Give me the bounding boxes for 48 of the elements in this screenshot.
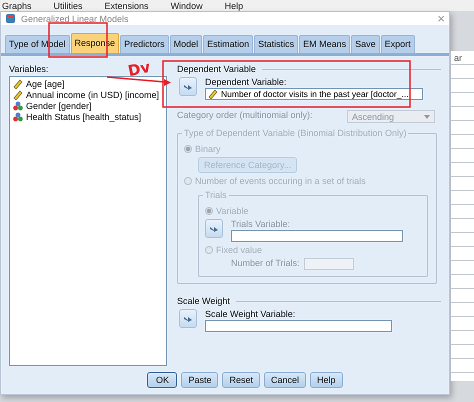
dialog-button[interactable]: Help bbox=[310, 372, 343, 388]
category-order-label: Category order (multinomial only): bbox=[177, 110, 313, 120]
handwritten-note: Dv bbox=[126, 58, 152, 80]
group-title: Scale Weight bbox=[177, 296, 230, 306]
ruler-icon bbox=[208, 89, 218, 99]
annotation-arrow bbox=[106, 76, 171, 86]
arrow-icon bbox=[183, 82, 193, 90]
app-icon bbox=[5, 13, 16, 24]
field-label: Dependent Variable: bbox=[205, 77, 286, 87]
group-title: Type of Dependent Variable (Binomial Distribution Only) bbox=[182, 128, 408, 138]
column-header: ar bbox=[454, 53, 462, 63]
arrow-icon bbox=[209, 224, 219, 232]
circles-icon bbox=[13, 101, 23, 111]
field-label: Scale Weight Variable: bbox=[205, 309, 296, 319]
circles-icon bbox=[13, 112, 23, 122]
tab[interactable]: Save bbox=[351, 35, 380, 53]
window-title: Generalized Linear Models bbox=[21, 14, 130, 24]
variables-label: Variables: bbox=[9, 64, 48, 74]
variable-item[interactable]: Health Status [health_status] bbox=[13, 112, 163, 122]
menu-item[interactable]: Graphs bbox=[2, 0, 32, 10]
tab[interactable]: EM Means bbox=[299, 35, 350, 53]
tab[interactable]: Predictors bbox=[120, 35, 169, 53]
dialog-button[interactable]: Paste bbox=[181, 372, 218, 388]
move-button[interactable] bbox=[179, 309, 197, 328]
variable-item[interactable]: Gender [gender] bbox=[13, 101, 163, 111]
tab[interactable]: Estimation bbox=[203, 35, 254, 53]
tab[interactable]: Statistics bbox=[254, 35, 298, 53]
field-label: Number of Trials: bbox=[231, 258, 300, 268]
move-button[interactable] bbox=[179, 77, 197, 96]
menu-item[interactable]: Extensions bbox=[104, 0, 149, 10]
dialog-button[interactable]: Reset bbox=[222, 372, 260, 388]
group-title: Dependent Variable bbox=[177, 64, 256, 74]
variable-item[interactable]: Annual income (in USD) [income] bbox=[13, 90, 163, 100]
caret-icon bbox=[424, 114, 430, 118]
group-title: Trials bbox=[203, 190, 229, 200]
arrow-icon bbox=[183, 314, 193, 322]
tab[interactable]: Export bbox=[380, 35, 415, 53]
dialog-button[interactable]: Cancel bbox=[264, 372, 306, 388]
menu-item[interactable]: Help bbox=[224, 0, 244, 10]
dialog-button[interactable]: OK bbox=[147, 372, 178, 388]
field-value: Number of doctor visits in the past year [doctor_... bbox=[221, 89, 409, 99]
variable-item[interactable]: Age [age] bbox=[13, 79, 163, 89]
dependent-variable-field[interactable]: Number of doctor visits in the past year [doctor_... bbox=[205, 88, 423, 100]
field-label: Trials Variable: bbox=[231, 219, 290, 229]
menu-item[interactable]: Utilities bbox=[54, 0, 83, 10]
tab[interactable]: Model bbox=[170, 35, 202, 53]
scale-weight-field[interactable] bbox=[205, 320, 392, 332]
menu-item[interactable]: Window bbox=[170, 0, 203, 10]
